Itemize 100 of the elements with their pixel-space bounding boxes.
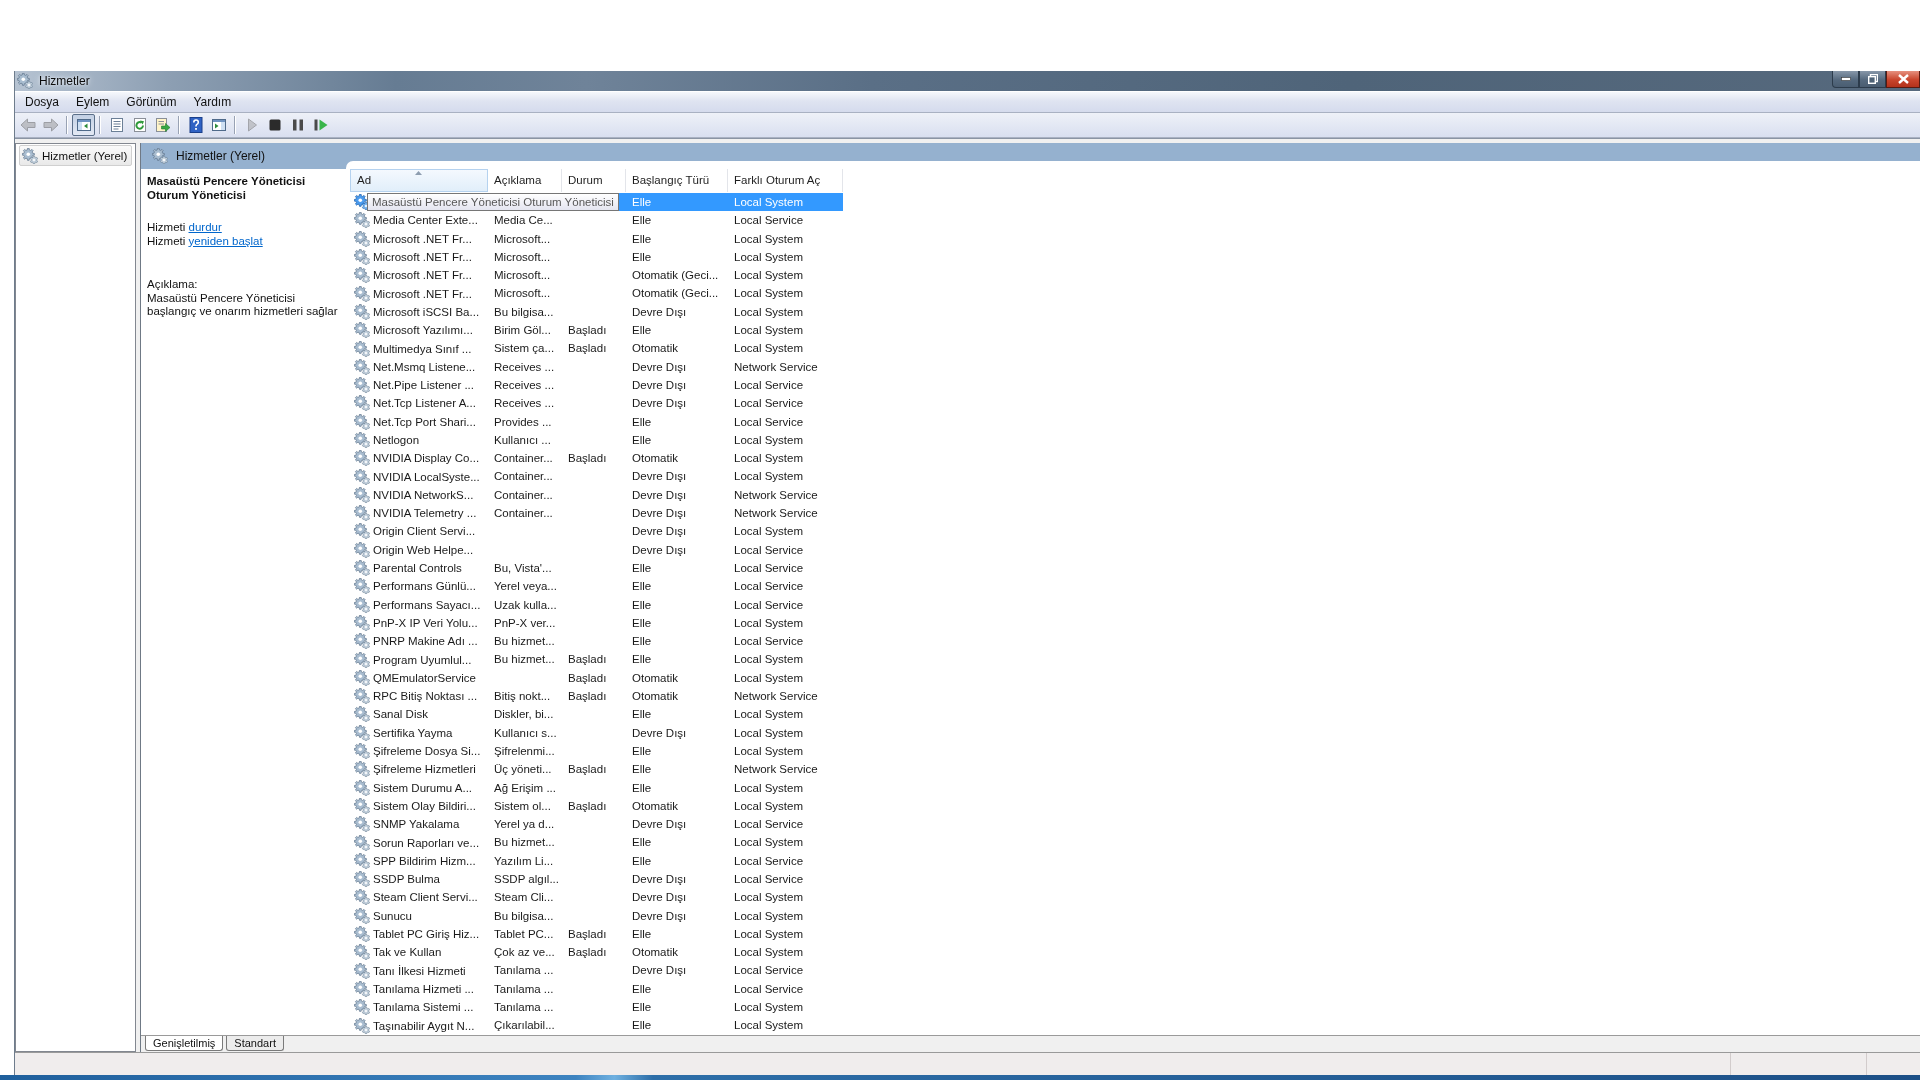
service-description: Container... <box>494 470 553 483</box>
service-row[interactable]: NVIDIA Display Co... Container... Başladı Otomatik Local System <box>350 449 843 468</box>
gear-icon <box>354 541 370 558</box>
tree-item[interactable]: Hizmetler (Yerel) <box>19 145 132 166</box>
export-icon <box>154 117 171 133</box>
close-button[interactable] <box>1886 71 1920 88</box>
gear-icon <box>354 797 370 814</box>
menu-item[interactable]: Görünüm <box>120 93 183 111</box>
service-description: Uzak kulla... <box>494 598 557 611</box>
service-row[interactable]: NVIDIA NetworkS... Container... Devre Dışı Network Service <box>350 485 843 505</box>
service-row[interactable]: PnP-X IP Veri Yolu... PnP-X ver... Elle Local System <box>350 613 843 633</box>
service-name: Netlogon <box>373 433 420 448</box>
service-row[interactable]: Net.Pipe Listener ... Receives ... Devre Dışı Local Service <box>350 375 843 395</box>
service-row[interactable]: NVIDIA Telemetry ... Container... Devre Dışı Network Service <box>350 504 843 523</box>
service-row[interactable]: QMEmulatorService Başladı Otomatik Local System <box>350 668 843 687</box>
service-status: Başladı <box>568 799 607 812</box>
service-row[interactable]: Media Center Exte... Media Ce... Elle Local Service <box>350 211 843 230</box>
action-link[interactable]: yeniden başlat <box>188 234 263 247</box>
service-row[interactable]: Microsoft .NET Fr... Microsoft... Elle Local System <box>350 229 843 248</box>
service-row[interactable]: Microsoft .NET Fr... Microsoft... Otomatik (Geci... Local System <box>350 266 843 285</box>
service-row[interactable]: Sunucu Bu bilgisa... Devre Dışı Local System <box>350 906 843 925</box>
gear-icon <box>354 779 370 796</box>
service-row[interactable]: Net.Tcp Listener A... Receives ... Devre Dışı Local Service <box>350 394 843 413</box>
service-row[interactable]: PNRP Makine Adı ... Bu hizmet... Elle Local Service <box>350 632 843 651</box>
service-name: NVIDIA Display Co... <box>373 451 480 467</box>
service-name: RPC Bitiş Noktası ... <box>373 689 478 705</box>
service-row[interactable]: Sertifika Yayma Kullanıcı s... Devre Dışı Local System <box>350 723 843 742</box>
column-header[interactable]: Açıklama <box>488 169 562 192</box>
service-row[interactable]: Microsoft .NET Fr... Microsoft... Elle Local System <box>350 247 843 267</box>
service-row[interactable]: Microsoft iSCSI Ba... Bu bilgisa... Devre Dışı Local System <box>350 302 843 322</box>
startup-type: Elle <box>632 433 652 446</box>
restore-button[interactable] <box>1859 71 1886 88</box>
service-name: Sorun Raporları ve... <box>373 835 480 851</box>
service-name: Net.Pipe Listener ... <box>373 378 474 394</box>
service-row[interactable]: RPC Bitiş Noktası ... Bitiş nokt... Başladı Otomatik Network Service <box>350 687 843 706</box>
service-row[interactable]: Tablet PC Giriş Hiz... Tablet PC... Başladı Elle Local System <box>350 924 843 944</box>
service-row[interactable]: Taşınabilir Aygıt N... Çıkarılabil... Elle Local System <box>350 1016 843 1035</box>
menu-item[interactable]: Yardım <box>187 93 238 111</box>
action-link[interactable]: durdur <box>188 221 222 233</box>
service-name: Taşınabilir Aygıt N... <box>373 1018 475 1034</box>
sort-arrow-icon <box>415 171 422 175</box>
view-tab[interactable]: Genişletilmiş <box>145 1036 224 1051</box>
menu-item[interactable]: Dosya <box>19 93 65 111</box>
startup-type: Elle <box>632 708 652 721</box>
service-row[interactable]: Net.Tcp Port Shari... Provides ... Elle Local Service <box>350 412 843 431</box>
service-description: Tanılama ... <box>494 1001 554 1014</box>
logon-account: Local Service <box>734 580 804 593</box>
service-row[interactable]: Tanılama Sistemi ... Tanılama ... Elle Local System <box>350 998 843 1017</box>
startup-type: Elle <box>632 196 652 208</box>
startup-type: Elle <box>632 214 652 227</box>
service-row[interactable]: Sistem Olay Bildiri... Sistem ol... Başladı Otomatik Local System <box>350 796 843 816</box>
service-row[interactable]: Steam Client Servi... Steam Cli... Devre Dışı Local System <box>350 888 843 907</box>
logon-account: Local System <box>734 470 804 483</box>
service-row[interactable]: Tak ve Kullan Çok az ve... Başladı Otomatik Local System <box>350 943 843 962</box>
refresh-icon <box>131 117 148 133</box>
gear-icon <box>354 871 370 888</box>
service-row[interactable]: SPP Bildirim Hizm... Yazılım Li... Elle Local Service <box>350 851 843 870</box>
service-row[interactable]: Microsoft .NET Fr... Microsoft... Otomatik (Geci... Local System <box>350 284 843 303</box>
service-row[interactable]: Netlogon Kullanıcı ... Elle Local System <box>350 430 843 450</box>
service-row[interactable]: Multimedya Sınıf ... Sistem ça... Başladı Otomatik Local System <box>350 339 843 358</box>
service-description: Diskler, bi... <box>494 708 554 721</box>
service-name: Origin Web Helpe... <box>373 542 474 558</box>
logon-account: Local Service <box>734 214 804 227</box>
gear-icon <box>354 962 370 979</box>
service-row[interactable]: Performans Sayacı... Uzak kulla... Elle Local Service <box>350 595 843 614</box>
service-row[interactable]: SNMP Yakalama Yerel ya d... Devre Dışı Local Service <box>350 815 843 834</box>
console-tree-button[interactable] <box>72 114 95 136</box>
service-name: Microsoft .NET Fr... <box>373 231 472 247</box>
service-row[interactable]: Performans Günlü... Yerel veya... Elle Local Service <box>350 577 843 596</box>
service-row[interactable]: Origin Client Servi... Devre Dışı Local System <box>350 522 843 541</box>
service-row[interactable]: Net.Msmq Listene... Receives ... Devre Dışı Network Service <box>350 357 843 376</box>
service-description: Ağ Erişim ... <box>494 781 556 794</box>
service-row[interactable]: NVIDIA LocalSyste... Container... Devre Dışı Local System <box>350 467 843 486</box>
service-row[interactable]: Şifreleme Hizmetleri Üç yöneti... Başladı Elle Network Service <box>350 760 843 779</box>
service-row[interactable]: Parental Controls Bu, Vista'... Elle Local Service <box>350 558 843 578</box>
gear-icon <box>354 578 370 595</box>
logon-account: Local Service <box>734 982 804 995</box>
service-row[interactable]: Microsoft Yazılımı... Birim Göl... Başladı Elle Local System <box>350 321 843 340</box>
service-description: Tanılama ... <box>494 964 554 977</box>
service-row[interactable]: Origin Web Helpe... Devre Dışı Local Service <box>350 540 843 559</box>
minimize-button[interactable] <box>1832 71 1859 88</box>
column-header[interactable]: Farklı Oturum Aç <box>728 169 843 192</box>
logon-account: Local System <box>734 653 804 666</box>
view-tab[interactable]: Standart <box>226 1036 284 1051</box>
menu-item[interactable]: Eylem <box>70 93 116 111</box>
service-action: Hizmeti durdur <box>147 221 223 235</box>
logon-account: Local System <box>734 946 804 959</box>
service-row[interactable]: Şifreleme Dosya Si... Şifrelenmi... Elle Local System <box>350 741 843 761</box>
service-row[interactable]: Sistem Durumu A... Ağ Erişim ... Elle Local System <box>350 778 843 797</box>
service-row[interactable]: Sanal Disk Diskler, bi... Elle Local System <box>350 705 843 724</box>
logon-account: Local System <box>734 1019 804 1032</box>
service-row[interactable]: Program Uyumlul... Bu hizmet... Başladı Elle Local System <box>350 650 843 669</box>
service-row[interactable]: Tanı İlkesi Hizmeti Tanılama ... Devre Dışı Local Service <box>350 961 843 980</box>
service-row[interactable]: SSDP Bulma SSDP algıl... Devre Dışı Local Service <box>350 870 843 889</box>
column-header[interactable]: Başlangıç Türü <box>626 169 728 192</box>
help-icon <box>187 117 204 133</box>
service-row[interactable]: Tanılama Hizmeti ... Tanılama ... Elle Local Service <box>350 979 843 999</box>
service-row[interactable]: Sorun Raporları ve... Bu hizmet... Elle Local System <box>350 833 843 852</box>
column-header[interactable]: Ad <box>350 169 488 192</box>
column-header[interactable]: Durum <box>562 169 626 192</box>
